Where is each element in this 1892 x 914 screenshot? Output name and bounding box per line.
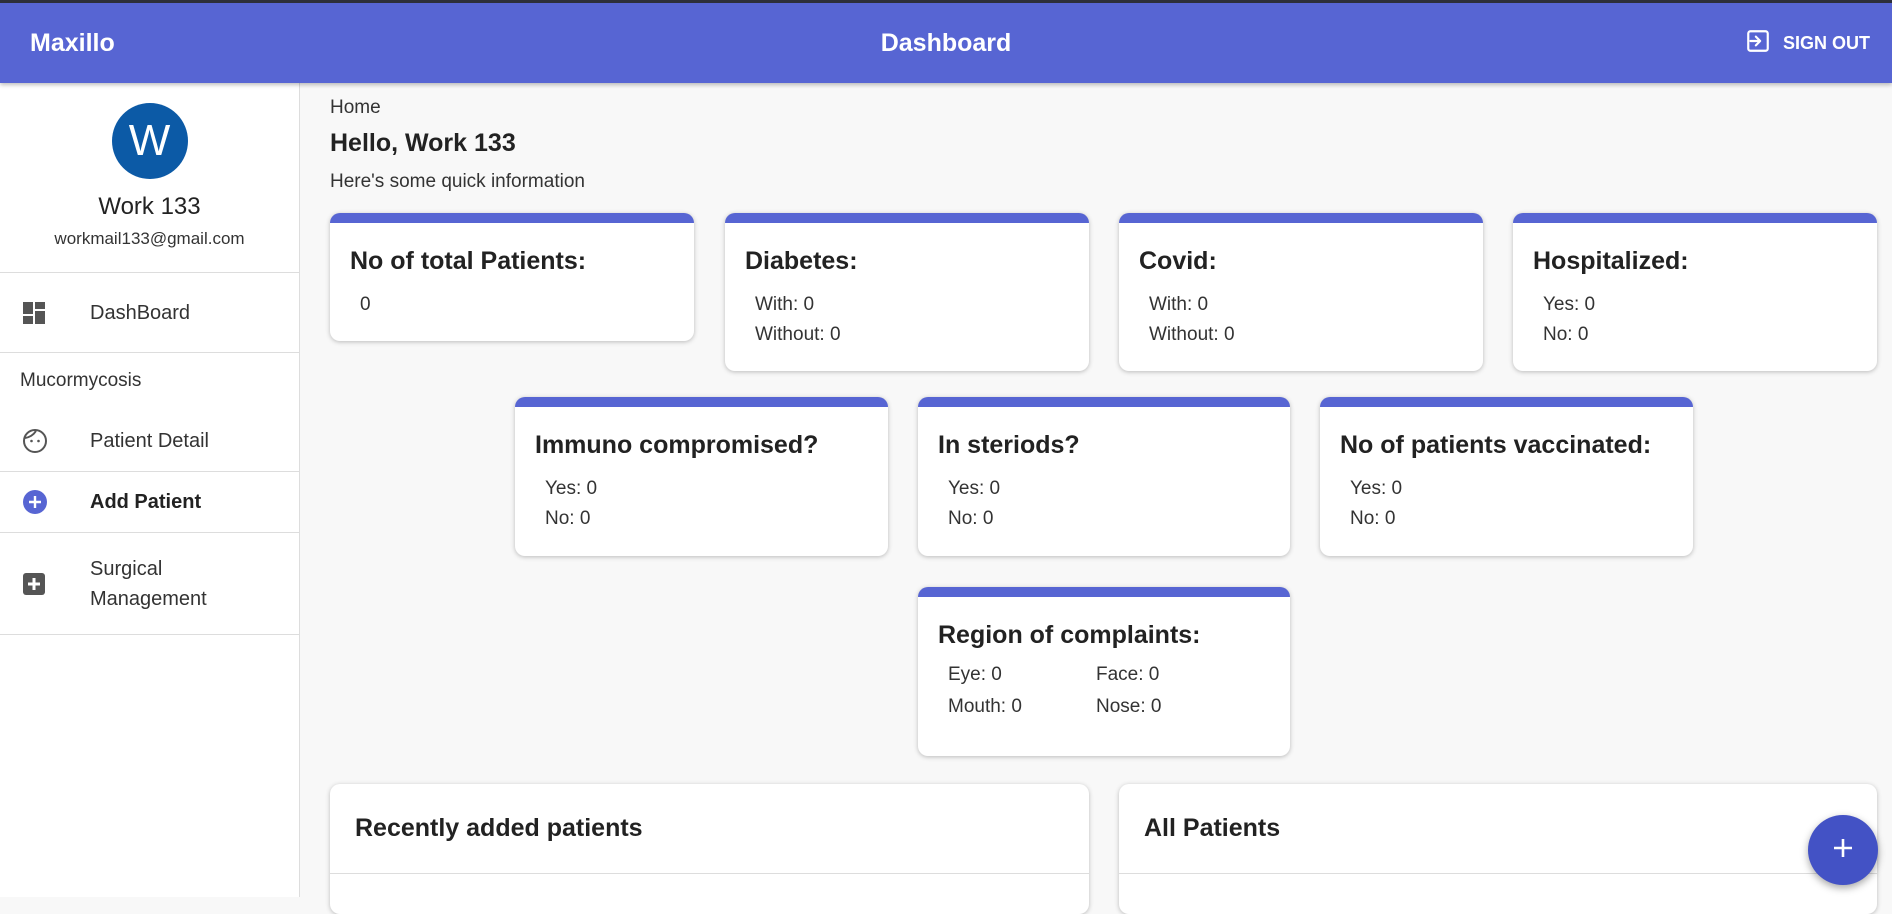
recent-patients-panel: Recently added patients (330, 784, 1089, 914)
card-region-of-complaints: Region of complaints: Eye: 0 Face: 0 Mou… (918, 587, 1290, 756)
card-line: No: 0 (1350, 508, 1396, 529)
add-fab-button[interactable] (1808, 815, 1878, 885)
region-eye: Eye: 0 (948, 664, 1002, 685)
sidebar-item-dashboard[interactable]: DashBoard (0, 273, 299, 353)
sign-out-label: SIGN OUT (1782, 32, 1870, 53)
user-email: workmail133@gmail.com (54, 229, 245, 248)
card-vaccinated: No of patients vaccinated: Yes: 0 No: 0 (1320, 397, 1693, 556)
card-hospitalized: Hospitalized: Yes: 0 No: 0 (1513, 213, 1877, 371)
region-face: Face: 0 (1096, 664, 1160, 685)
sidebar-item-add-patient[interactable]: Add Patient (0, 472, 299, 533)
add-circle-icon (0, 489, 90, 515)
user-name: Work 133 (98, 193, 201, 220)
main-content: Home Hello, Work 133 Here's some quick i… (330, 83, 1880, 914)
sidebar: W Work 133 workmail133@gmail.com DashBoa… (0, 83, 300, 897)
card-title: No of patients vaccinated: (1340, 431, 1652, 459)
greeting: Hello, Work 133 (330, 129, 516, 157)
panel-title: Recently added patients (330, 784, 1089, 874)
dashboard-icon (0, 301, 90, 325)
sidebar-item-label: DashBoard (90, 301, 191, 324)
card-title: Diabetes: (745, 247, 858, 275)
card-line: No: 0 (948, 508, 994, 529)
avatar: W (111, 103, 188, 179)
card-line: Without: 0 (755, 324, 841, 345)
all-patients-panel: All Patients (1119, 784, 1877, 914)
subtitle: Here's some quick information (330, 171, 585, 192)
card-title: Immuno compromised? (535, 431, 819, 459)
region-mouth: Mouth: 0 (948, 696, 1022, 717)
card-diabetes: Diabetes: With: 0 Without: 0 (725, 213, 1089, 371)
card-total-patients: No of total Patients: 0 (330, 213, 694, 341)
breadcrumb[interactable]: Home (330, 97, 381, 119)
sidebar-section-heading: Mucormycosis (20, 370, 142, 391)
sidebar-item-label: Surgical Management (90, 557, 207, 610)
logout-icon (1745, 28, 1771, 59)
sidebar-item-label: Add Patient (90, 491, 202, 513)
card-line: No: 0 (545, 508, 591, 529)
card-immuno-compromised: Immuno compromised? Yes: 0 No: 0 (515, 397, 888, 556)
card-title: Covid: (1139, 247, 1217, 275)
region-grid: Eye: 0 Face: 0 Mouth: 0 Nose: 0 (938, 664, 1270, 718)
top-app-bar: Maxillo Dashboard SIGN OUT (0, 0, 1892, 83)
card-line: Yes: 0 (1350, 478, 1403, 499)
card-title: Region of complaints: (938, 621, 1201, 649)
card-line: With: 0 (1149, 294, 1209, 315)
card-line: With: 0 (755, 294, 815, 315)
sidebar-item-patient-detail[interactable]: Patient Detail (0, 411, 299, 472)
card-line: No: 0 (1543, 324, 1589, 345)
card-line: Yes: 0 (1543, 294, 1596, 315)
sidebar-item-surgical-management[interactable]: Surgical Management (0, 533, 299, 635)
brand-title[interactable]: Maxillo (30, 29, 115, 58)
sidebar-item-label: Patient Detail (90, 430, 209, 452)
card-value: 0 (360, 294, 371, 315)
sign-out-button[interactable]: SIGN OUT (1745, 28, 1870, 59)
face-icon (0, 428, 90, 454)
card-title: Hospitalized: (1533, 247, 1689, 275)
region-nose: Nose: 0 (1096, 696, 1162, 717)
card-line: Without: 0 (1149, 324, 1235, 345)
card-line: Yes: 0 (545, 478, 598, 499)
card-title: No of total Patients: (350, 247, 587, 275)
card-title: In steriods? (938, 431, 1080, 459)
plus-icon (1831, 836, 1855, 865)
user-profile: W Work 133 workmail133@gmail.com (0, 83, 299, 273)
panel-title: All Patients (1119, 784, 1877, 874)
card-covid: Covid: With: 0 Without: 0 (1119, 213, 1483, 371)
card-steroids: In steriods? Yes: 0 No: 0 (918, 397, 1290, 556)
medical-cross-icon (0, 572, 90, 596)
page-title: Dashboard (880, 28, 1012, 57)
card-line: Yes: 0 (948, 478, 1001, 499)
